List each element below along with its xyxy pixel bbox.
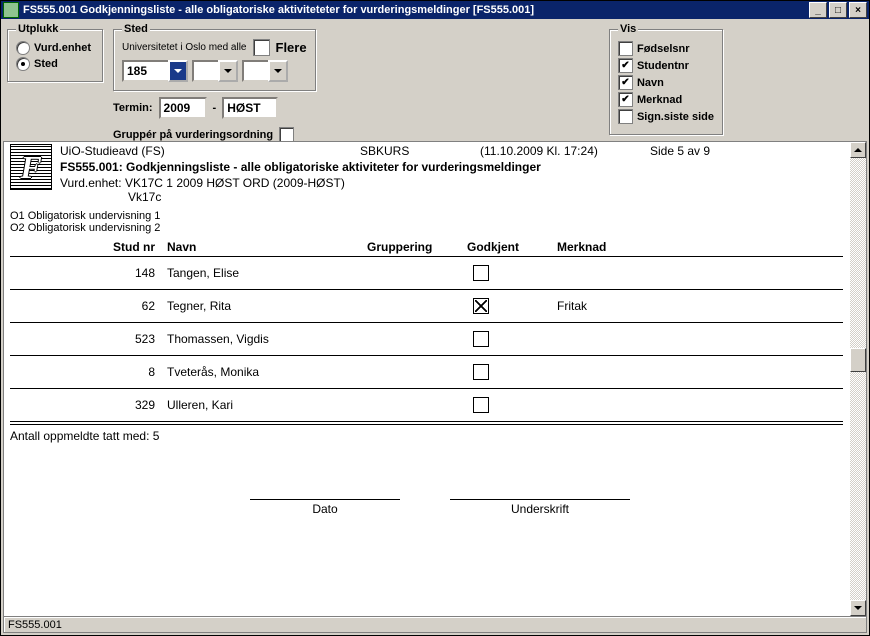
report-area: F UiO-Studieavd (FS) SBKURS (11.10.2009 … [3, 141, 867, 617]
vertical-scrollbar[interactable] [850, 142, 866, 616]
maximize-button[interactable]: □ [829, 2, 847, 18]
sted-legend: Sted [122, 23, 150, 35]
table-row: 8Tveterås, Monika [10, 356, 843, 389]
flere-label: Flere [276, 40, 307, 55]
doc-enhet-sub: Vk17c [128, 190, 843, 204]
flere-checkbox[interactable] [253, 39, 270, 56]
sted-input-3[interactable] [242, 60, 268, 82]
student-table: Stud nr Navn Gruppering Godkjent Merknad… [10, 238, 843, 425]
cell-name: Thomassen, Vigdis [167, 332, 367, 346]
group-label: Gruppér på vurderingsordning [113, 129, 273, 141]
godkjent-checkbox[interactable] [473, 265, 489, 281]
sig-dato: Dato [250, 499, 400, 516]
cell-studnr: 62 [95, 299, 167, 313]
scroll-down-button[interactable] [850, 600, 866, 616]
report-viewport: F UiO-Studieavd (FS) SBKURS (11.10.2009 … [4, 142, 849, 616]
table-row: 62Tegner, Rita Fritak [10, 290, 843, 323]
godkjent-checkbox[interactable] [473, 397, 489, 413]
cell-name: Tangen, Elise [167, 266, 367, 280]
vis-legend: Vis [618, 23, 638, 35]
cell-name: Ulleren, Kari [167, 398, 367, 412]
radio-icon [16, 57, 30, 71]
termin-label: Termin: [113, 102, 153, 114]
utplukk-legend: Utplukk [16, 23, 60, 35]
vis-group: Vis Fødselsnr Studentnr Navn Merknad Sig… [609, 23, 723, 135]
cell-studnr: 8 [95, 365, 167, 379]
chk-merknad[interactable]: Merknad [618, 92, 714, 107]
sted-dropdown-2[interactable] [218, 60, 238, 82]
fs-logo-icon: F [10, 144, 52, 190]
th-studnr: Stud nr [95, 240, 167, 254]
doc-org: UiO-Studieavd (FS) [60, 144, 360, 158]
doc-datetime: (11.10.2009 Kl. 17:24) [480, 144, 650, 158]
termin-year-input[interactable]: 2009 [159, 97, 207, 119]
termin-sem-input[interactable]: HØST [222, 97, 278, 119]
minimize-button[interactable]: _ [809, 2, 827, 18]
doc-page: Side 5 av 9 [650, 144, 843, 158]
app-window: FS555.001 Godkjenningsliste - alle oblig… [0, 0, 870, 636]
th-godkjent: Godkjent [467, 240, 557, 254]
chk-sign[interactable]: Sign.siste side [618, 109, 714, 124]
sted-code-input[interactable]: 185 [122, 60, 168, 82]
oblig-1: O1 Obligatorisk undervisning 1 [10, 210, 843, 222]
cell-name: Tveterås, Monika [167, 365, 367, 379]
th-navn: Navn [167, 240, 367, 254]
count-line: Antall oppmeldte tatt med: 5 [10, 429, 843, 443]
window-title: FS555.001 Godkjenningsliste - alle oblig… [23, 4, 809, 16]
sted-group: Sted Universitetet i Oslo med alle Flere… [113, 23, 316, 91]
close-button[interactable]: × [849, 2, 867, 18]
chk-fodselsnr[interactable]: Fødselsnr [618, 41, 714, 56]
oblig-2: O2 Obligatorisk undervisning 2 [10, 222, 843, 234]
sted-dropdown-3[interactable] [268, 60, 288, 82]
scroll-up-button[interactable] [850, 142, 866, 158]
cell-studnr: 148 [95, 266, 167, 280]
chk-studentnr[interactable]: Studentnr [618, 58, 714, 73]
doc-heading: FS555.001: Godkjenningsliste - alle obli… [60, 160, 843, 174]
cell-studnr: 329 [95, 398, 167, 412]
table-row: 523Thomassen, Vigdis [10, 323, 843, 356]
group-checkbox[interactable] [279, 127, 294, 142]
filter-panel: Utplukk Vurd.enhet Sted Sted Universitet… [1, 19, 869, 148]
sig-underskrift: Underskrift [450, 499, 630, 516]
sted-input-2[interactable] [192, 60, 218, 82]
doc-code: SBKURS [360, 144, 480, 158]
app-icon [3, 2, 19, 18]
radio-icon [16, 41, 30, 55]
table-row: 148Tangen, Elise [10, 257, 843, 290]
cell-studnr: 523 [95, 332, 167, 346]
cell-name: Tegner, Rita [167, 299, 367, 313]
cell-merknad: Fritak [557, 299, 843, 313]
sted-code-dropdown[interactable] [168, 60, 188, 82]
radio-vurdenhet[interactable]: Vurd.enhet [16, 41, 94, 55]
godkjent-checkbox[interactable] [473, 298, 489, 314]
scroll-thumb[interactable] [850, 348, 866, 372]
radio-sted[interactable]: Sted [16, 57, 94, 71]
titlebar: FS555.001 Godkjenningsliste - alle oblig… [1, 1, 869, 19]
godkjent-checkbox[interactable] [473, 331, 489, 347]
chk-navn[interactable]: Navn [618, 75, 714, 90]
scroll-track[interactable] [850, 158, 866, 600]
utplukk-group: Utplukk Vurd.enhet Sted [7, 23, 103, 82]
godkjent-checkbox[interactable] [473, 364, 489, 380]
th-merknad: Merknad [557, 240, 843, 254]
th-gruppering: Gruppering [367, 240, 467, 254]
table-row: 329Ulleren, Kari [10, 389, 843, 422]
sted-hint: Universitetet i Oslo med alle [122, 42, 247, 53]
status-bar: FS555.001 [3, 616, 867, 633]
